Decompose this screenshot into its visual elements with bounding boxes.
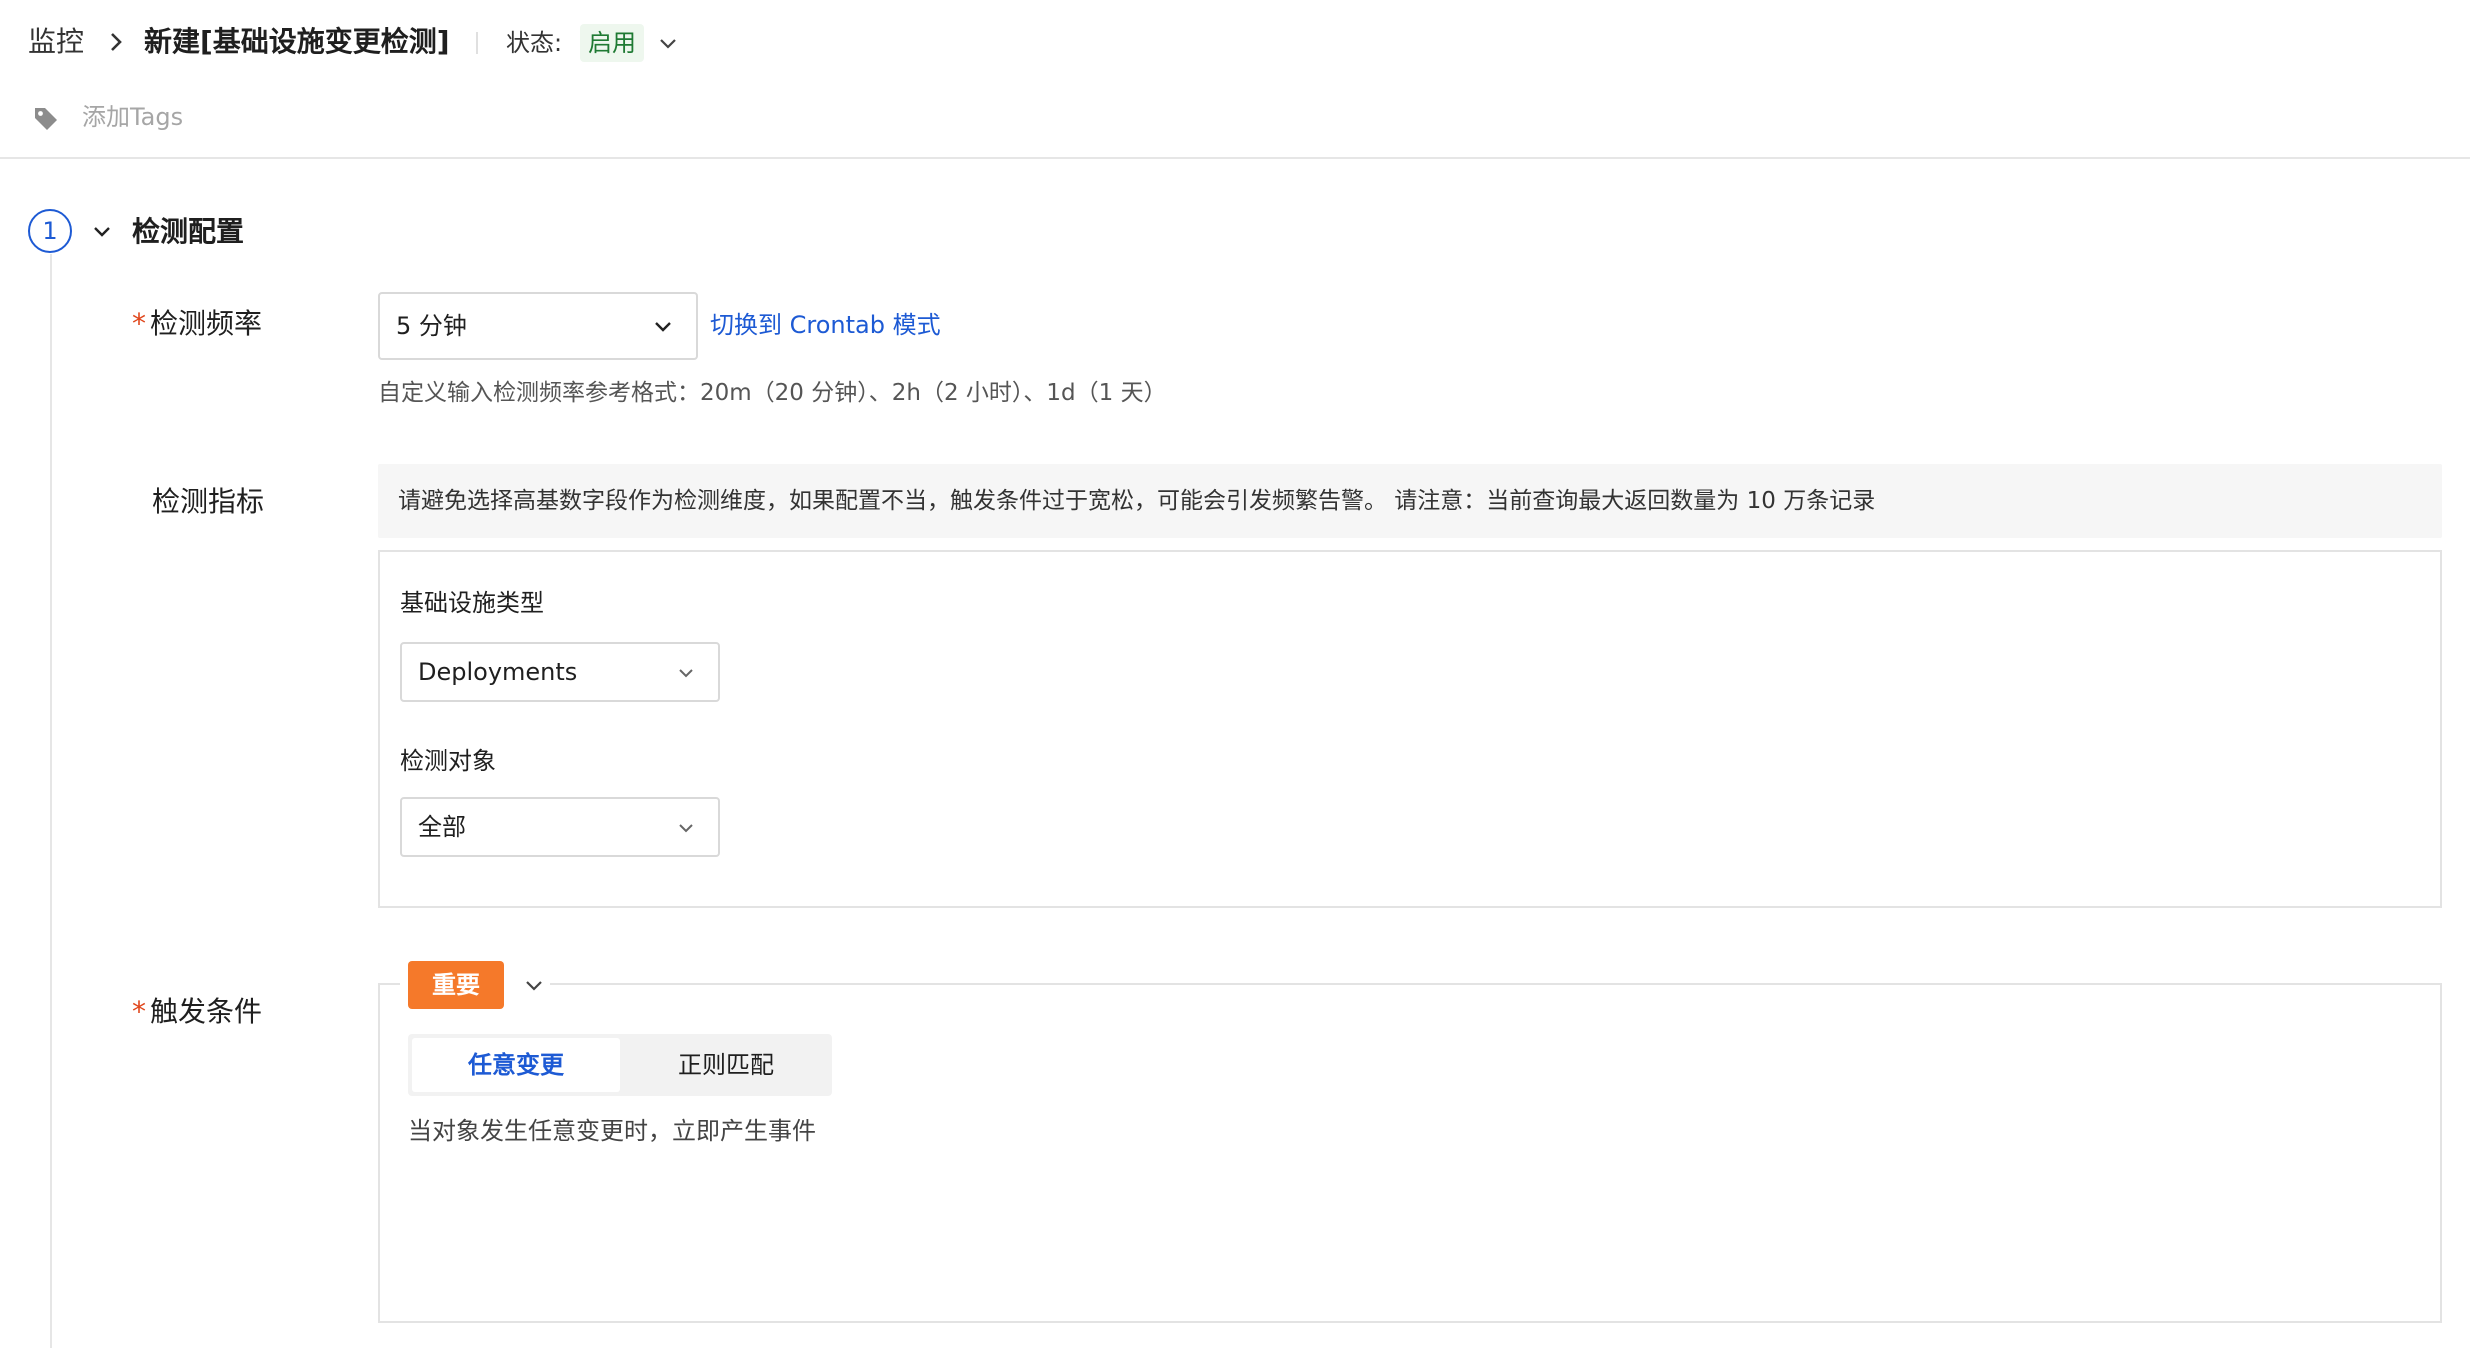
trigger-label: * 触发条件 xyxy=(132,992,262,1032)
tab-regex-match[interactable]: 正则匹配 xyxy=(624,1038,828,1092)
trigger-description: 当对象发生任意变更时，立即产生事件 xyxy=(408,1117,816,1145)
chevron-down-icon xyxy=(655,322,671,332)
breadcrumb-monitor[interactable]: 监控 xyxy=(28,22,84,62)
tag-icon[interactable] xyxy=(32,104,60,132)
frequency-label-text: 检测频率 xyxy=(150,307,263,340)
step-number: 1 xyxy=(28,209,72,253)
required-mark: * xyxy=(132,995,146,1028)
metrics-label: 检测指标 xyxy=(152,485,265,518)
chevron-down-icon[interactable] xyxy=(656,32,680,56)
metrics-notice: 请避免选择高基数字段作为检测维度，如果配置不当，触发条件过于宽松，可能会引发频繁… xyxy=(378,464,2442,538)
frequency-help-text: 自定义输入检测频率参考格式：20m（20 分钟）、2h（2 小时）、1d（1 天… xyxy=(378,380,1167,406)
page-header: 监控 新建[基础设施变更检测] 状态: 启用 添加Tags xyxy=(0,0,2470,159)
tab-any-change[interactable]: 任意变更 xyxy=(412,1038,620,1092)
required-mark: * xyxy=(132,307,146,340)
chevron-down-icon[interactable] xyxy=(90,220,114,244)
chevron-down-icon xyxy=(679,824,693,833)
infra-type-label: 基础设施类型 xyxy=(400,589,544,617)
chevron-down-icon xyxy=(679,669,693,678)
frequency-label: * 检测频率 xyxy=(132,304,262,344)
page-title: 新建[基础设施变更检测] xyxy=(144,25,450,58)
step-connector-line xyxy=(50,254,52,1348)
target-select[interactable]: 全部 xyxy=(400,797,720,857)
infra-type-value: Deployments xyxy=(418,658,578,686)
chevron-right-icon xyxy=(111,33,122,51)
chevron-down-icon[interactable] xyxy=(522,974,546,998)
target-value: 全部 xyxy=(418,813,466,841)
infra-type-select[interactable]: Deployments xyxy=(400,642,720,702)
target-label: 检测对象 xyxy=(400,747,496,775)
trigger-label-text: 触发条件 xyxy=(150,995,263,1028)
add-tags-button[interactable]: 添加Tags xyxy=(82,100,183,134)
status-badge[interactable]: 启用 xyxy=(580,24,644,62)
frequency-select[interactable]: 5 分钟 xyxy=(378,292,698,360)
status-label: 状态: xyxy=(506,29,563,57)
severity-badge[interactable]: 重要 xyxy=(408,961,504,1009)
section-title[interactable]: 检测配置 xyxy=(132,212,244,252)
frequency-value: 5 分钟 xyxy=(396,312,467,340)
header-divider xyxy=(476,32,478,54)
switch-crontab-link[interactable]: 切换到 Crontab 模式 xyxy=(710,308,941,342)
